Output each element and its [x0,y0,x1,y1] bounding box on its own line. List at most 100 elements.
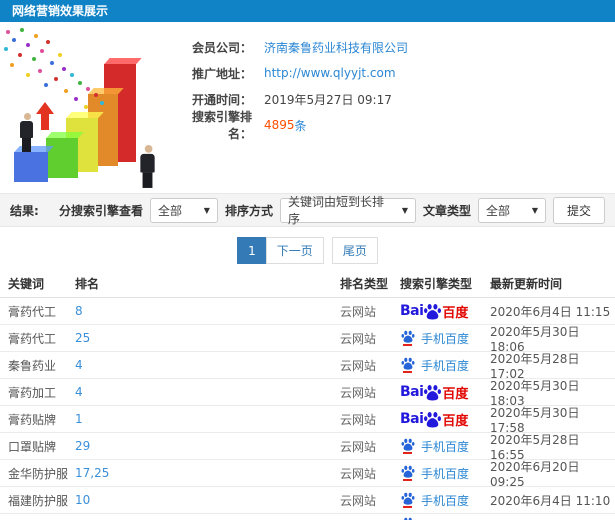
engine-rank-count: 4895 [264,118,295,132]
mobile-baidu-icon: 手机百度 [400,438,469,455]
bar-chart-illustration [0,26,170,188]
table-row: 口罩贴牌 29 云网站 Bai百度 手机百度 2020年5月28日 16:55 [0,433,615,462]
rank-type-cell: 云网站 [340,304,377,319]
engine-cell: Bai百度 百度 [400,383,490,402]
rank-type-cell: 云网站 [340,358,377,373]
open-time-label: 开通时间： [191,92,252,107]
baidu-logo-icon: Bai 百度 [400,411,469,429]
rank-type-cell: 云网站 [340,331,377,346]
member-company-link[interactable]: 济南秦鲁药业科技有限公司 [264,39,408,56]
keyword-cell: 膏药代工 [8,331,57,346]
businessman-figure-left [20,113,33,152]
updated-cell: 2020年6月4日 11:10 [490,493,611,508]
table-row: 膏药代工 25 云网站 Bai百度 手机百度 2020年5月30日 18:06 [0,325,615,354]
baidu-paw-icon [424,303,442,319]
baidu-paw-icon [424,384,442,400]
table-row: 膏药加工 4 云网站 Bai百度 百度 2020年5月30日 18:03 [0,379,615,408]
engine-cell: Bai百度 百度 [400,410,490,429]
sort-select[interactable]: 关键词由短到长排序 ▼ [279,195,416,226]
engine-cell: Bai百度 手机百度 [400,330,490,347]
keyword-cell: 口罩贴牌 [8,439,57,454]
baidu-logo-icon: Bai 百度 [400,303,469,321]
keyword-cell: 秦鲁药业 [8,358,57,373]
engine-cell [400,514,490,520]
engine-select-value: 全部 [157,203,182,218]
mobile-baidu-icon: 手机百度 [400,330,469,347]
engine-select[interactable]: 全部 ▼ [149,197,218,223]
updated-cell: 2020年6月4日 11:15 [490,304,611,319]
mobile-baidu-icon: 手机百度 [400,357,469,374]
engine-rank-unit: 条 [294,118,307,133]
last-page-button[interactable]: 尾页 [331,237,378,264]
engine-cell: Bai百度 手机百度 [400,438,490,455]
baidu-logo-icon: Bai 百度 [400,384,469,402]
open-time-value: 2019年5月27日 09:17 [264,92,392,107]
rank-cell: 10 [75,493,91,507]
sort-filter-label: 排序方式 [224,203,273,218]
filter-controls: 分搜索引擎查看 全部 ▼ 排序方式 关键词由短到长排序 ▼ 文章类型 全部 ▼ … [58,195,605,226]
rank-type-cell: 云网站 [340,466,377,481]
rank-type-cell: 云网站 [340,412,377,427]
mobile-baidu-icon: 手机百度 [400,492,469,509]
member-company-row: 会员公司： 济南秦鲁药业科技有限公司 [172,34,608,60]
rank-cell: 1 [75,412,83,426]
rank-cell: 4 [75,385,83,399]
pagination: 1 下一页 尾页 [0,237,615,264]
rank-cell: 4 [75,358,83,372]
engine-cell: Bai百度 手机百度 [400,492,490,509]
column-header-rank-type: 排名类型 [340,277,389,291]
mobile-baidu-icon: 手机百度 [400,465,469,482]
illustration-bar-green [46,138,78,178]
keyword-cell: 金华防护服 [8,466,69,481]
column-header-rank: 排名 [75,277,100,291]
page-1-button[interactable]: 1 [237,237,267,264]
rank-type-cell: 云网站 [340,439,377,454]
sort-select-value: 关键词由短到长排序 [287,195,384,226]
table-row: 膏药贴牌 1 云网站 Bai百度 百度 2020年5月30日 17:58 [0,406,615,435]
keyword-cell: 福建防护服 [8,493,69,508]
promo-url-link[interactable]: http://www.qlyyjt.com [264,66,396,80]
keyword-cell: 膏药加工 [8,385,57,400]
article-type-label: 文章类型 [422,203,471,218]
result-label: 结果: [10,203,39,218]
confetti-decoration [6,30,10,34]
chevron-down-icon: ▼ [401,205,408,215]
rank-cell: 17,25 [75,466,110,480]
engine-filter-label: 分搜索引擎查看 [58,203,143,218]
chevron-down-icon: ▼ [203,205,210,215]
up-arrow-icon [36,102,54,130]
keyword-cell: 膏药代工 [8,304,57,319]
article-type-select-value: 全部 [485,203,510,218]
illustration-bar-blue [14,152,48,182]
article-type-select[interactable]: 全部 ▼ [477,197,546,223]
engine-cell: Bai百度 手机百度 [400,357,490,374]
member-company-label: 会员公司： [191,40,252,55]
engine-rank-label: 搜索引擎排名： [191,110,252,141]
table-header-row: 关键词 排名 排名类型 搜索引擎类型 最新更新时间 [0,270,615,298]
table-row: 金华防护服 17,25 云网站 Bai百度 手机百度 2020年6月20日 09… [0,459,615,489]
rank-type-cell: 云网站 [340,385,377,400]
top-section: 会员公司： 济南秦鲁药业科技有限公司 推广地址： http://www.qlyy… [0,22,615,192]
updated-cell: 2020年6月20日 09:25 [490,459,580,489]
column-header-updated: 最新更新时间 [490,277,563,291]
engine-cell: Bai百度 手机百度 [400,465,490,482]
rank-cell: 29 [75,439,91,453]
promo-url-label: 推广地址： [191,66,252,81]
account-info-panel: 会员公司： 济南秦鲁药业科技有限公司 推广地址： http://www.qlyy… [172,34,608,142]
engine-cell: Bai百度 百度 [400,302,490,321]
next-page-button[interactable]: 下一页 [265,237,324,264]
keyword-cell: 膏药贴牌 [8,412,57,427]
table-row-partial [0,514,615,520]
promo-url-row: 推广地址： http://www.qlyyjt.com [172,60,608,86]
rank-cell: 8 [75,304,83,318]
column-header-engine-type: 搜索引擎类型 [400,277,473,291]
page: 网络营销效果展示 会员公司： 济南秦鲁药业科技有限公司 推广地址： http:/… [0,0,615,520]
table-row: 福建防护服 10 云网站 Bai百度 手机百度 2020年6月4日 11:10 [0,487,615,514]
keyword-ranking-table: 关键词 排名 排名类型 搜索引擎类型 最新更新时间 膏药代工 8 云网站 Bai… [0,270,615,520]
submit-button[interactable]: 提交 [552,196,605,224]
filter-bar: 结果: 分搜索引擎查看 全部 ▼ 排序方式 关键词由短到长排序 ▼ 文章类型 全… [0,193,615,227]
chevron-down-icon: ▼ [531,205,538,215]
page-title: 网络营销效果展示 [0,0,615,22]
businessman-figure-right [140,145,155,188]
engine-rank-row: 搜索引擎排名： 4895 条 [172,110,608,141]
